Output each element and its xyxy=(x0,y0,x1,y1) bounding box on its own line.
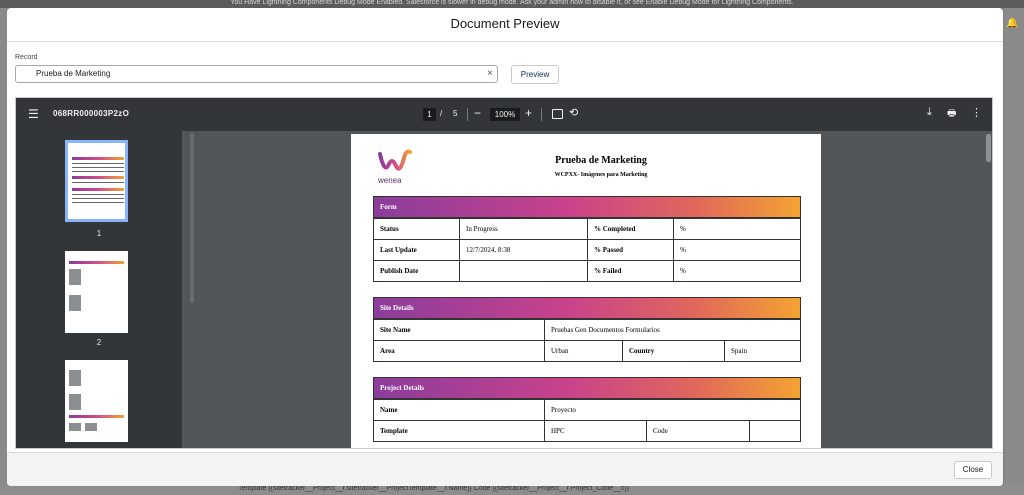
record-label: Record xyxy=(15,54,38,61)
page-number-input[interactable]: 1 xyxy=(423,108,436,121)
more-options-icon[interactable]: ⋮ xyxy=(971,106,982,119)
zoom-in-icon[interactable]: + xyxy=(525,106,532,120)
background-right-edge xyxy=(1004,8,1024,495)
site-details-heading: Site Details xyxy=(373,297,801,319)
project-details-table: Name Proyecto Template HPC Code xyxy=(373,399,801,442)
thumbnail-page-3[interactable] xyxy=(65,360,128,442)
rotate-icon[interactable]: ⟲ xyxy=(569,106,578,119)
page-separator: / xyxy=(440,109,443,118)
document-subtitle: WCPXX- Imágenes para Marketing xyxy=(554,172,648,178)
bell-icon: 🔔 xyxy=(1006,18,1019,29)
table-row: Area Urban Country Spain xyxy=(373,340,801,362)
table-row: Site Name Pruebas Gen Documentos Formula… xyxy=(373,319,801,341)
print-icon[interactable]: 🖶 xyxy=(947,106,956,123)
menu-icon[interactable]: ☰ xyxy=(28,107,42,121)
thumbnail-page-1[interactable] xyxy=(65,140,128,222)
close-button[interactable]: Close xyxy=(954,461,992,479)
download-icon[interactable]: ⤓ xyxy=(927,106,932,119)
document-scrollbar[interactable] xyxy=(986,134,991,162)
document-title: Prueba de Marketing xyxy=(555,155,647,166)
project-details-heading: Project Details xyxy=(373,377,801,399)
table-row: Status In Progress % Completed % xyxy=(373,218,801,240)
form-section-heading: Form xyxy=(373,196,801,218)
toolbar-divider xyxy=(467,108,468,121)
pdf-viewer: ☰ 068RR000003P2zO 1 / 5 − 100% + ⟲ ⤓ 🖶 ⋮ xyxy=(15,97,993,449)
debug-mode-banner: You Have Lightning Components Debug Mode… xyxy=(0,0,1024,8)
thumbnail-label: 3 xyxy=(16,447,182,448)
zoom-out-icon[interactable]: − xyxy=(474,106,481,120)
wenea-logo: wenea xyxy=(377,149,412,185)
fit-page-icon[interactable] xyxy=(552,109,563,119)
pdf-file-name: 068RR000003P2zO xyxy=(53,109,130,118)
modal-footer: Close xyxy=(7,452,1003,486)
clear-icon[interactable]: × xyxy=(484,66,496,82)
pdf-toolbar: ☰ 068RR000003P2zO 1 / 5 − 100% + ⟲ ⤓ 🖶 ⋮ xyxy=(16,98,992,131)
record-lookup-input[interactable]: Prueba de Marketing xyxy=(15,65,498,83)
site-details-table: Site Name Pruebas Gen Documentos Formula… xyxy=(373,319,801,362)
table-row: Last Update 12/7/2024, 8:38 % Passed % xyxy=(373,239,801,261)
toolbar-divider xyxy=(541,108,542,121)
thumbnail-page-2[interactable] xyxy=(65,251,128,333)
form-table: Status In Progress % Completed % Last Up… xyxy=(373,218,801,282)
table-row: Publish Date % Failed % xyxy=(373,260,801,282)
modal-title: Document Preview xyxy=(7,8,1003,42)
thumbnail-label: 2 xyxy=(96,338,102,347)
document-preview-modal: Document Preview Record Prueba de Market… xyxy=(7,8,1003,486)
table-row: Name Proyecto xyxy=(373,399,801,421)
total-pages: 5 xyxy=(453,109,458,118)
modal-body: Record Prueba de Marketing × Preview ☰ 0… xyxy=(7,42,1003,452)
pdf-page: wenea Prueba de Marketing WCPXX- Imágene… xyxy=(351,134,821,448)
logo-text: wenea xyxy=(377,176,402,185)
preview-button[interactable]: Preview xyxy=(511,65,559,84)
table-row: Template HPC Code xyxy=(373,420,801,442)
thumbnail-scrollbar[interactable] xyxy=(190,133,194,303)
thumbnail-label: 1 xyxy=(96,229,102,238)
thumbnail-sidebar: 1 2 3 xyxy=(16,131,182,448)
zoom-input[interactable]: 100% xyxy=(490,108,520,121)
